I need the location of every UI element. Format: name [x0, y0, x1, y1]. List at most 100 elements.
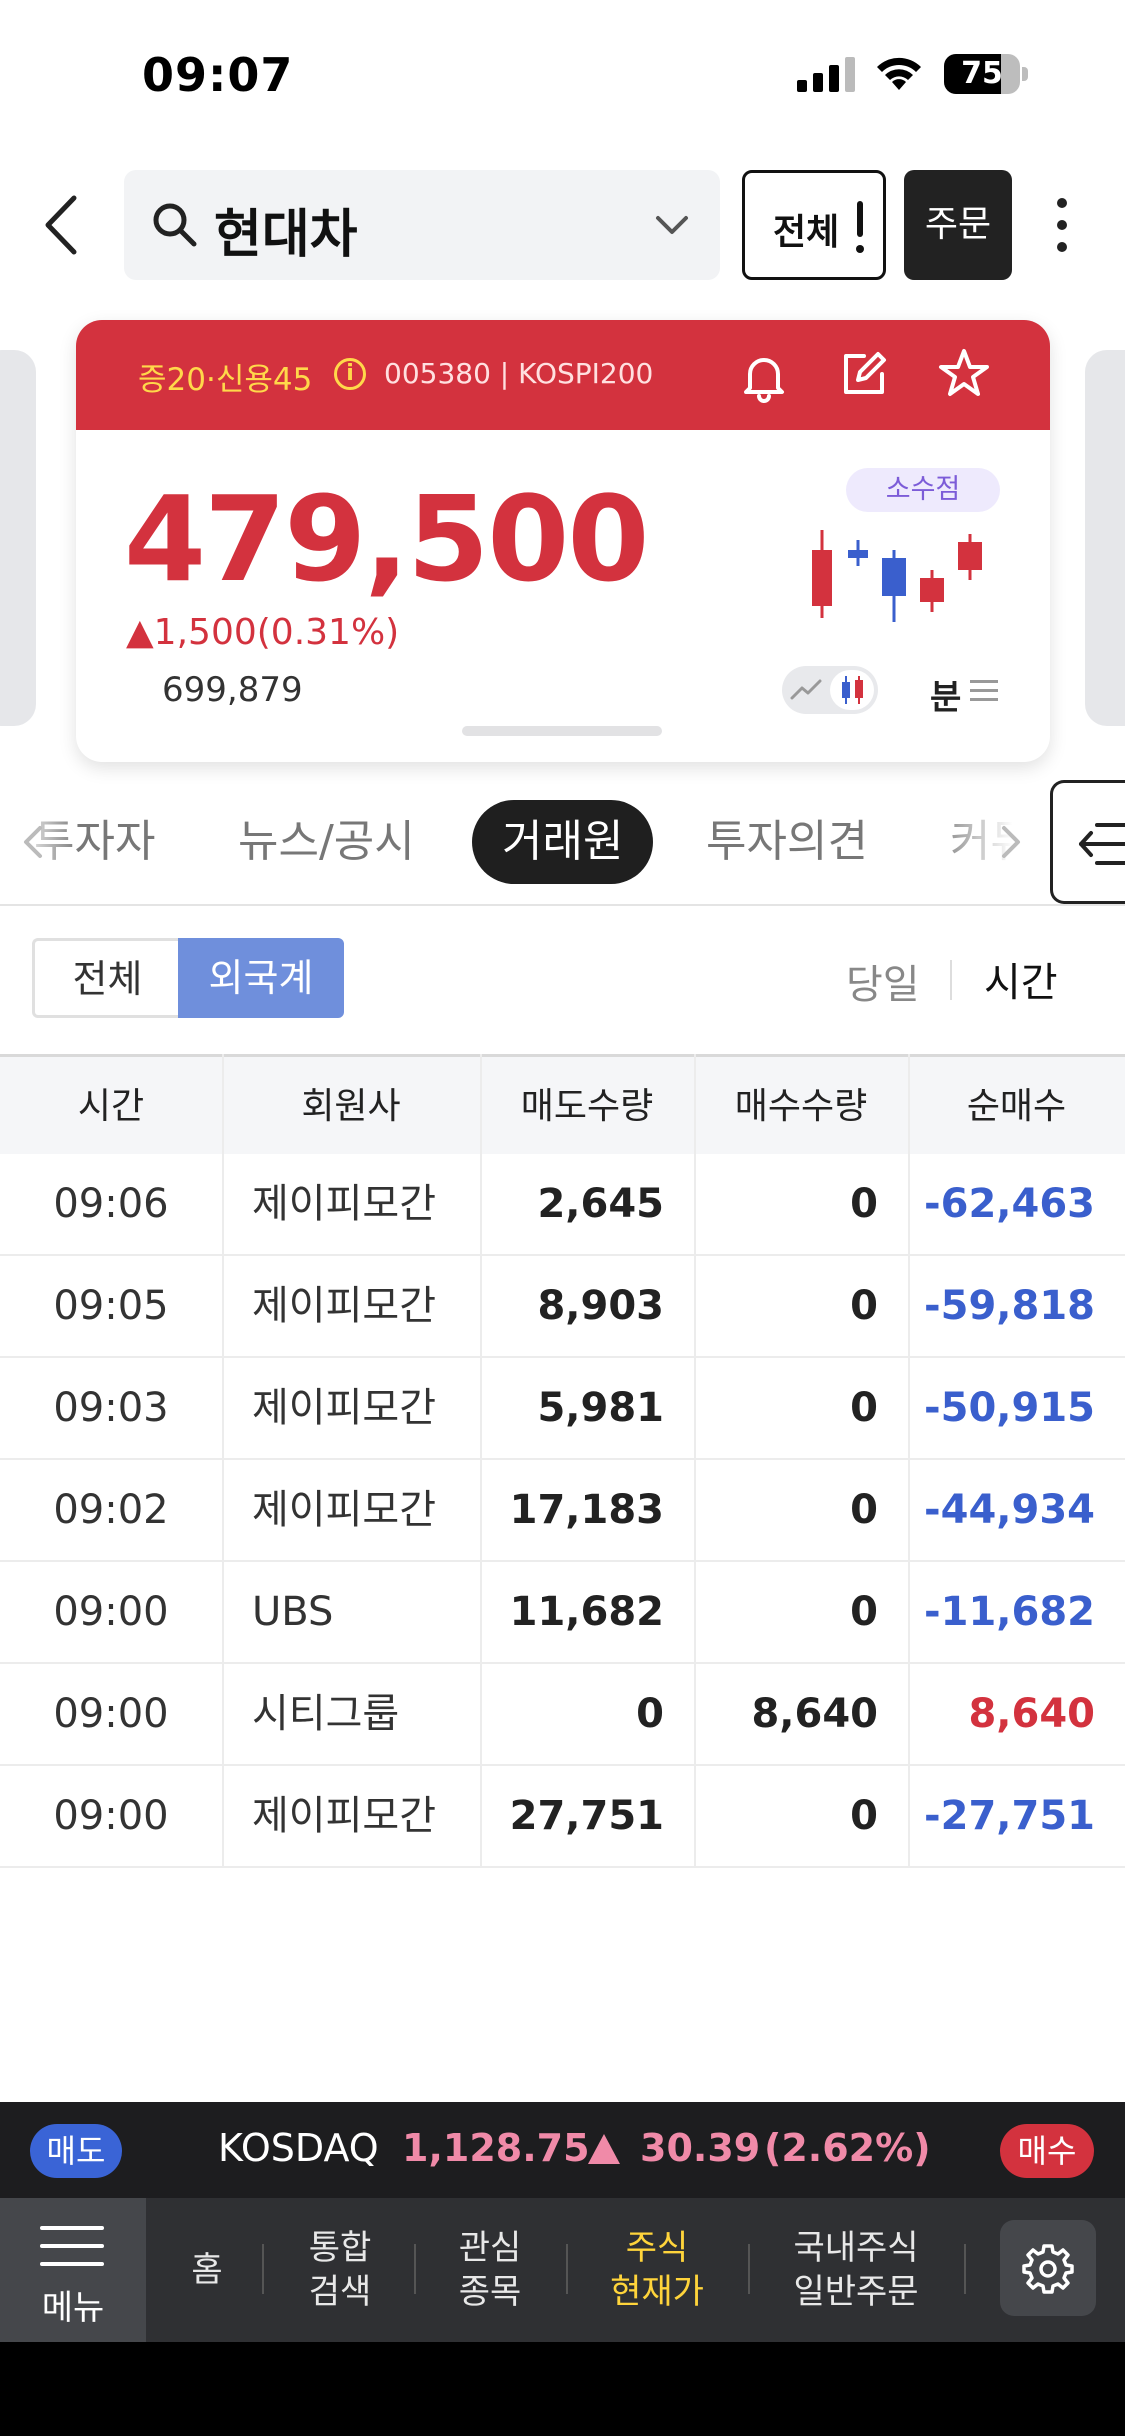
col-buy-qty: 매수수량 — [734, 1086, 868, 1127]
nav-watchlist[interactable]: 관심 종목 — [430, 2198, 550, 2342]
status-time: 09:07 — [142, 48, 294, 102]
table-row[interactable]: 09:00 UBS 11,682 0 -11,682 — [0, 1562, 1125, 1664]
nav-watch-label-2: 종목 — [458, 2272, 522, 2312]
cell-net-buy: 8,640 — [968, 1691, 1095, 1737]
cell-sell-qty: 8,903 — [537, 1283, 664, 1329]
cell-buy-qty: 8,640 — [751, 1691, 878, 1737]
order-button[interactable]: 주문 — [904, 170, 1012, 280]
cell-net-buy: -62,463 — [924, 1181, 1095, 1227]
period-today[interactable]: 당일 — [846, 952, 920, 1010]
period-time[interactable]: 시간 — [984, 950, 1058, 1008]
cell-member: 제이피모간 — [252, 1181, 436, 1227]
fractional-share-badge[interactable]: 소수점 — [846, 468, 1000, 512]
star-icon[interactable] — [936, 346, 992, 402]
index-value: 1,128.75 — [402, 2126, 590, 2170]
broker-scope-segment: 전체 외국계 — [32, 938, 344, 1018]
cell-buy-qty: 0 — [850, 1385, 878, 1431]
search-icon — [153, 203, 197, 247]
next-card-peek[interactable] — [1085, 350, 1125, 726]
cellular-signal-icon — [797, 56, 855, 92]
price-change: ▲1,500(0.31%) — [126, 612, 400, 653]
cell-sell-qty: 2,645 — [537, 1181, 664, 1227]
warning-icon — [856, 201, 864, 253]
menu-button[interactable]: 메뉴 — [0, 2198, 146, 2342]
col-sell-qty: 매도수량 — [520, 1086, 654, 1127]
cell-member: 제이피모간 — [252, 1793, 436, 1839]
bottom-navigation: 메뉴 홈 통합 검색 관심 종목 주식 현재가 국내주식 일반주문 — [0, 2198, 1125, 2342]
stock-search-box[interactable]: 현대차 — [124, 170, 720, 280]
table-row[interactable]: 09:06 제이피모간 2,645 0 -62,463 — [0, 1154, 1125, 1256]
chevron-down-icon — [656, 216, 688, 234]
table-row[interactable]: 09:00 제이피모간 27,751 0 -27,751 — [0, 1766, 1125, 1868]
info-icon[interactable]: i — [334, 358, 366, 390]
sell-button[interactable]: 매도 — [30, 2124, 122, 2178]
table-header: 시간 회원사 매도수량 매수수량 순매수 — [0, 1054, 1125, 1154]
cell-time: 09:02 — [53, 1487, 169, 1533]
cell-buy-qty: 0 — [850, 1283, 878, 1329]
nav-home[interactable]: 홈 — [170, 2198, 244, 2342]
cell-member: 제이피모간 — [252, 1283, 436, 1329]
cell-time: 09:00 — [53, 1691, 169, 1737]
nav-quote-label-1: 주식 — [625, 2228, 689, 2268]
chart-type-toggle[interactable] — [782, 666, 878, 714]
candlestick-icon — [842, 676, 863, 704]
mini-candlestick-chart[interactable] — [796, 530, 1006, 640]
tab-broker[interactable]: 거래원 — [472, 800, 654, 884]
nav-search-label-1: 통합 — [308, 2228, 372, 2268]
cell-buy-qty: 0 — [850, 1589, 878, 1635]
cell-member: 제이피모간 — [252, 1385, 436, 1431]
index-change-percent: (2.62%) — [764, 2126, 931, 2170]
table-row[interactable]: 09:03 제이피모간 5,981 0 -50,915 — [0, 1358, 1125, 1460]
table-row[interactable]: 09:05 제이피모간 8,903 0 -59,818 — [0, 1256, 1125, 1358]
table-row[interactable]: 09:00 시티그룹 0 8,640 8,640 — [0, 1664, 1125, 1766]
table-row[interactable]: 09:02 제이피모간 17,183 0 -44,934 — [0, 1460, 1125, 1562]
back-chevron-icon[interactable] — [38, 190, 88, 260]
nav-integrated-search[interactable]: 통합 검색 — [280, 2198, 400, 2342]
cell-net-buy: -59,818 — [924, 1283, 1095, 1329]
tab-opinion[interactable]: 투자의견 — [706, 800, 868, 884]
tab-news-disclosure[interactable]: 뉴스/공시 — [238, 800, 415, 884]
tab-menu-button[interactable] — [1050, 780, 1125, 904]
cell-sell-qty: 11,682 — [509, 1589, 664, 1635]
line-chart-icon — [790, 679, 822, 700]
cell-buy-qty: 0 — [850, 1487, 878, 1533]
home-indicator-area — [0, 2342, 1125, 2436]
index-ticker[interactable]: 매도 KOSDAQ 1,128.75 30.39 (2.62%) 매수 — [0, 2102, 1125, 2198]
settings-button[interactable] — [1000, 2220, 1096, 2316]
cell-time: 09:00 — [53, 1589, 169, 1635]
status-bar: 09:07 75 — [0, 0, 1125, 150]
cell-net-buy: -44,934 — [924, 1487, 1095, 1533]
cell-net-buy: -27,751 — [924, 1793, 1095, 1839]
stock-quote-card: 증20·신용45 i 005380 | KOSPI200 479,500 ▲1,… — [76, 320, 1050, 762]
segment-all[interactable]: 전체 — [32, 938, 180, 1018]
cell-time: 09:05 — [53, 1283, 169, 1329]
cell-buy-qty: 0 — [850, 1793, 878, 1839]
tab-scroll-right-icon[interactable] — [1000, 822, 1024, 862]
more-vertical-icon[interactable] — [1054, 196, 1070, 254]
up-triangle-icon — [588, 2134, 620, 2164]
tab-scroll-left-icon[interactable] — [20, 822, 44, 862]
stock-card-header: 증20·신용45 i 005380 | KOSPI200 — [76, 320, 1050, 430]
cell-member: UBS — [252, 1589, 334, 1635]
nav-order-label-1: 국내주식 — [793, 2228, 919, 2268]
battery-level: 75 — [961, 56, 1003, 91]
buy-button[interactable]: 매수 — [1000, 2124, 1094, 2178]
col-member: 회원사 — [301, 1086, 401, 1127]
cell-member: 제이피모간 — [252, 1487, 436, 1533]
all-market-button[interactable]: 전체 — [742, 170, 886, 280]
nav-stock-quote[interactable]: 주식 현재가 — [582, 2198, 732, 2342]
cell-time: 09:00 — [53, 1793, 169, 1839]
cell-sell-qty: 0 — [636, 1691, 664, 1737]
interval-minute-label[interactable]: 분 — [930, 670, 961, 719]
bell-icon[interactable] — [736, 348, 792, 404]
current-price: 479,500 — [124, 470, 649, 608]
menu-label: 메뉴 — [41, 2288, 105, 2328]
card-drag-handle[interactable] — [462, 726, 662, 736]
previous-card-peek[interactable] — [0, 350, 36, 726]
nav-domestic-order[interactable]: 국내주식 일반주문 — [764, 2198, 948, 2342]
edit-icon[interactable] — [836, 346, 892, 402]
detail-tabs: 투자자 뉴스/공시 거래원 투자의견 커뮤 — [0, 800, 1125, 890]
segment-foreign[interactable]: 외국계 — [178, 938, 344, 1018]
hamburger-icon — [40, 2226, 104, 2266]
list-icon — [970, 680, 998, 701]
